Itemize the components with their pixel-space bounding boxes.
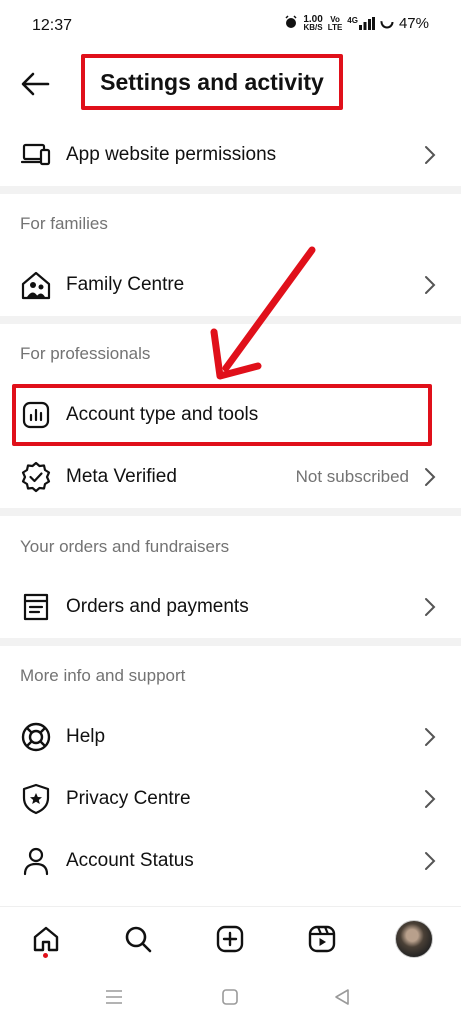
row-account-status[interactable]: Account Status xyxy=(0,830,461,892)
chevron-right-icon xyxy=(425,276,436,294)
arrow-left-icon xyxy=(21,72,50,96)
reels-icon xyxy=(308,925,336,953)
row-label: Meta Verified xyxy=(66,466,177,487)
chevron-right-icon xyxy=(425,852,436,870)
volte-indicator: Vo LTE xyxy=(327,14,343,32)
row-meta-verified[interactable]: Meta Verified Not subscribed xyxy=(0,446,461,508)
annotation-arrow xyxy=(210,246,316,380)
profile-avatar xyxy=(395,920,433,958)
title-highlight-box: Settings and activity xyxy=(81,54,343,110)
row-orders-and-payments[interactable]: Orders and payments xyxy=(0,576,461,638)
row-label: Privacy Centre xyxy=(66,788,191,809)
page-title: Settings and activity xyxy=(100,68,324,95)
family-icon xyxy=(19,268,53,302)
alarm-icon xyxy=(284,15,298,32)
section-divider xyxy=(0,638,461,646)
signal-icon: 4G xyxy=(347,17,375,30)
nav-reels[interactable] xyxy=(302,919,342,959)
bottom-navigation xyxy=(0,906,461,970)
back-triangle-icon[interactable] xyxy=(330,985,354,1009)
chevron-right-icon xyxy=(425,728,436,746)
subscription-status: Not subscribed xyxy=(295,467,409,486)
section-divider xyxy=(0,186,461,194)
back-button[interactable] xyxy=(18,66,54,102)
verified-badge-icon xyxy=(19,460,53,494)
system-navigation xyxy=(0,970,461,1024)
search-icon xyxy=(125,926,152,953)
row-label: Orders and payments xyxy=(66,596,249,617)
status-bar: 12:37 1.00 KB/S Vo LTE 4G 47% xyxy=(0,0,461,54)
status-time: 12:37 xyxy=(32,17,73,34)
status-icons: 1.00 KB/S Vo LTE 4G 47% xyxy=(284,13,429,32)
home-square-icon[interactable] xyxy=(218,985,242,1009)
section-divider xyxy=(0,508,461,516)
person-icon xyxy=(19,844,53,878)
page-header: Settings and activity xyxy=(0,54,461,116)
row-label: Account Status xyxy=(66,850,194,871)
chevron-right-icon xyxy=(425,146,436,164)
section-title-orders: Your orders and fundraisers xyxy=(20,537,230,556)
section-title-professionals: For professionals xyxy=(20,344,151,363)
receipt-icon xyxy=(19,590,53,624)
nav-profile[interactable] xyxy=(394,919,434,959)
chevron-right-icon xyxy=(425,598,436,616)
lifebuoy-icon xyxy=(19,720,53,754)
menu-icon[interactable] xyxy=(102,985,126,1009)
chevron-right-icon xyxy=(425,790,436,808)
notification-dot xyxy=(43,953,48,958)
devices-icon xyxy=(19,138,53,172)
row-label: Family Centre xyxy=(66,274,185,295)
section-title-families: For families xyxy=(20,214,108,233)
row-highlight-box xyxy=(12,384,432,446)
row-label: Help xyxy=(66,726,106,747)
network-speed: 1.00 KB/S xyxy=(303,13,323,32)
section-title-support: More info and support xyxy=(20,666,186,685)
row-label: App website permissions xyxy=(66,144,277,165)
battery-icon xyxy=(380,15,394,32)
nav-create[interactable] xyxy=(210,919,250,959)
home-icon xyxy=(33,926,59,952)
chevron-right-icon xyxy=(425,468,436,486)
create-icon xyxy=(216,925,244,953)
battery-percent: 47% xyxy=(398,15,429,32)
shield-icon xyxy=(19,782,53,816)
row-help[interactable]: Help xyxy=(0,706,461,768)
row-privacy-centre[interactable]: Privacy Centre xyxy=(0,768,461,830)
row-app-website-permissions[interactable]: App website permissions xyxy=(0,124,461,186)
nav-search[interactable] xyxy=(118,919,158,959)
